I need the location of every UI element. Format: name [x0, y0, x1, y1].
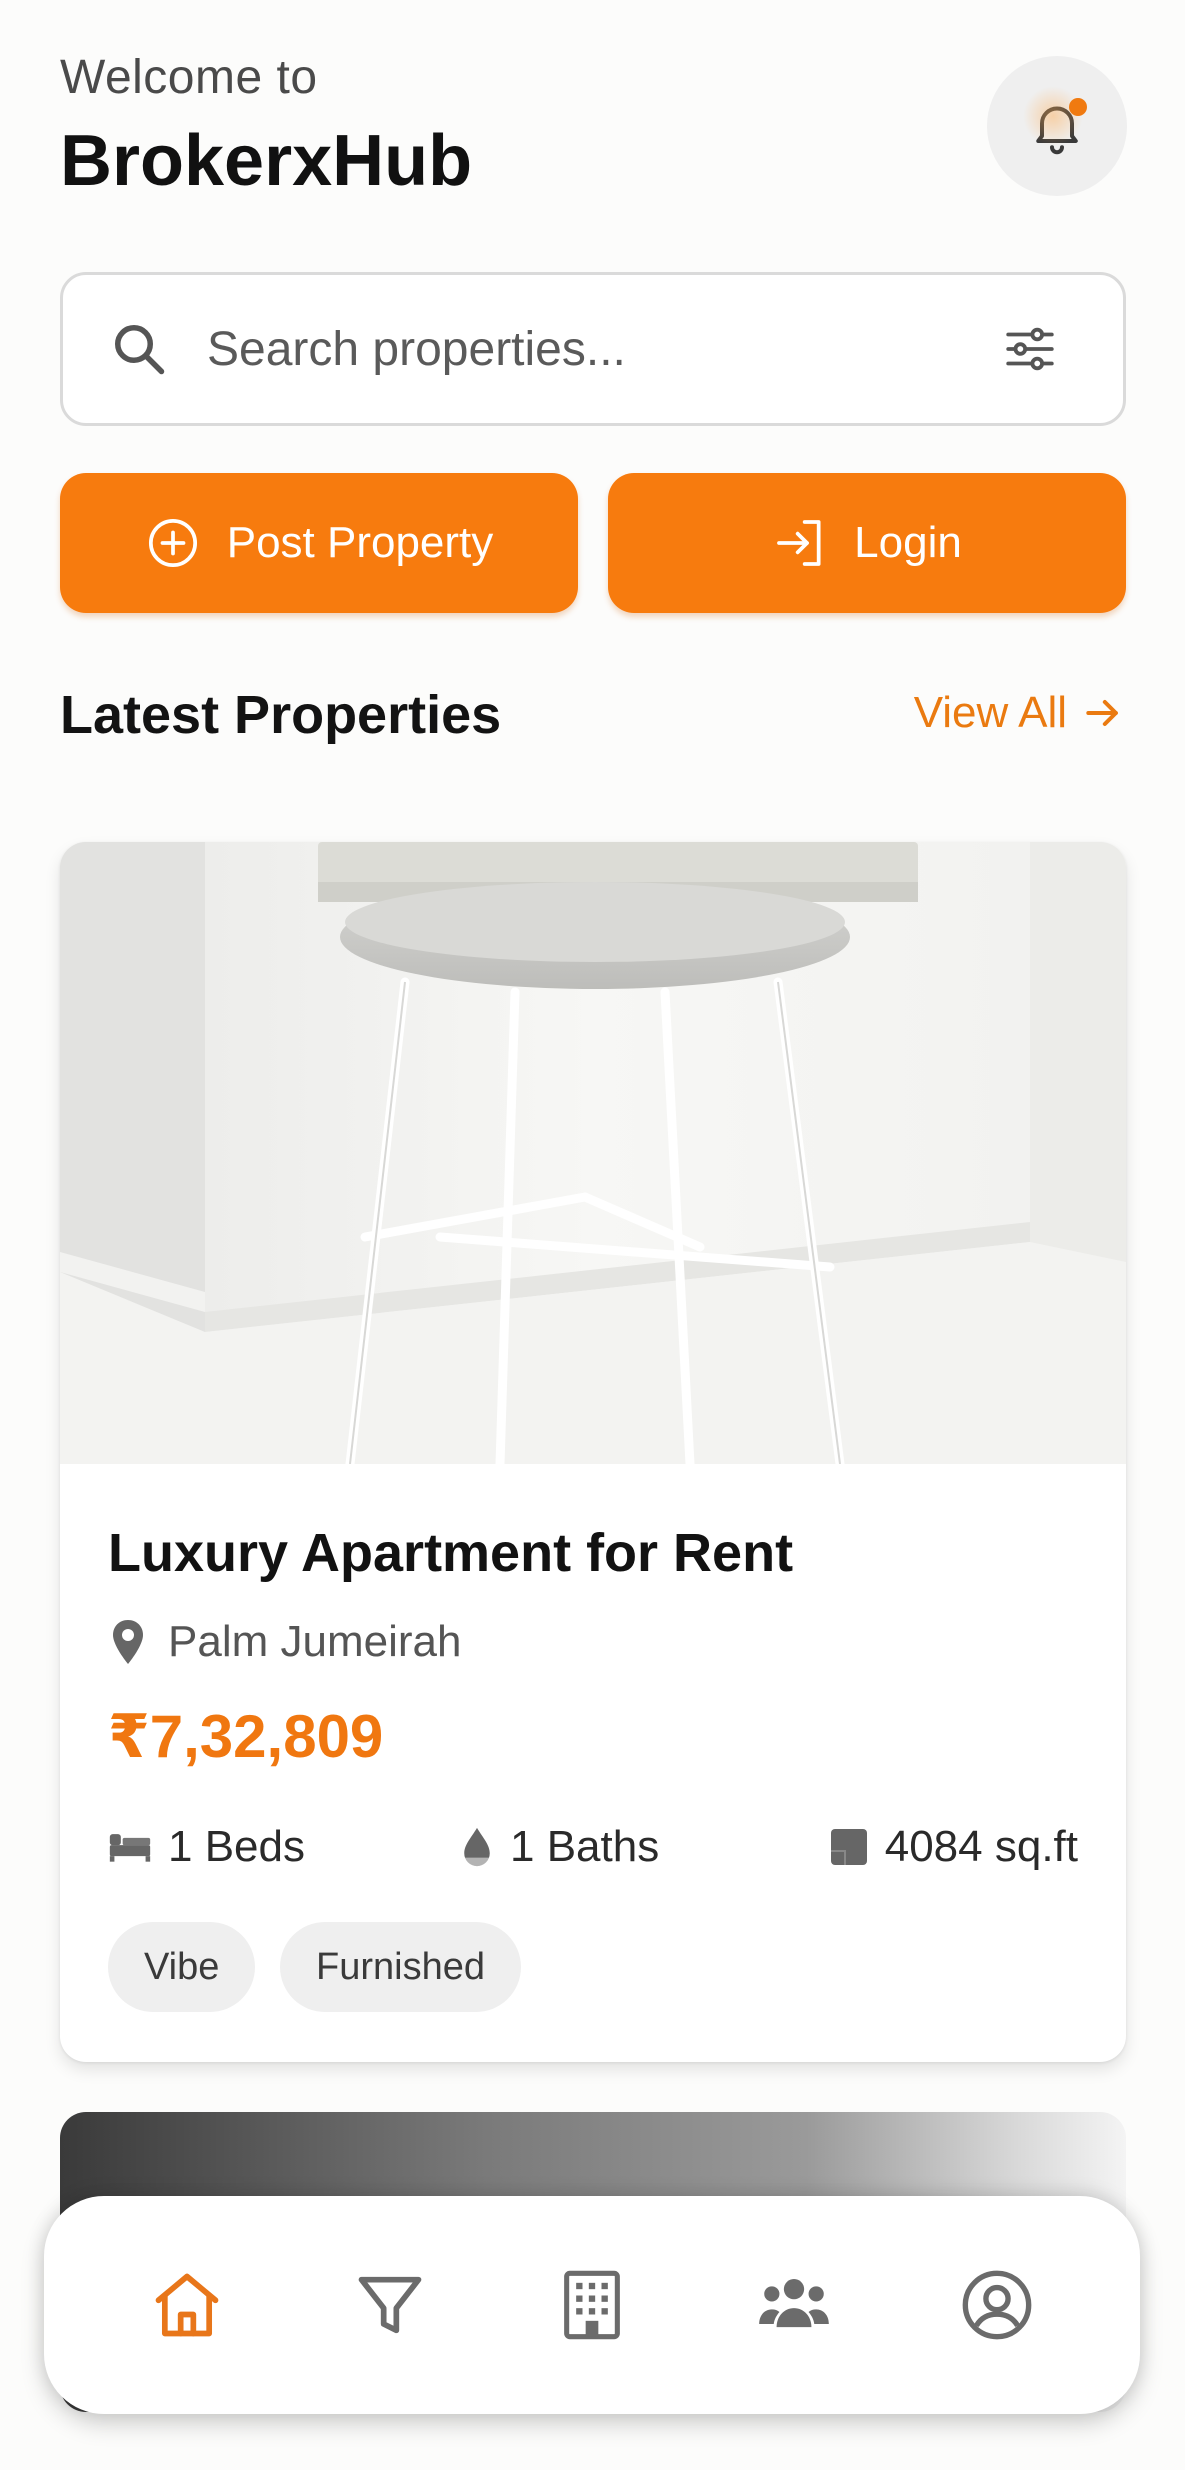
view-all-link[interactable]: View All	[914, 688, 1125, 738]
home-icon	[155, 2273, 219, 2337]
home-screen: Welcome to BrokerxHub Post Pro	[0, 0, 1185, 2470]
post-property-label: Post Property	[226, 518, 494, 567]
sliders-icon[interactable]	[1001, 320, 1059, 378]
section-title: Latest Properties	[60, 685, 502, 745]
tag-chip: Vibe	[108, 1922, 256, 2012]
map-pin-icon	[113, 1620, 143, 1664]
property-title: Luxury Apartment for Rent	[108, 1523, 794, 1583]
login-button[interactable]: Login	[608, 473, 1126, 613]
beds-info: 1 Beds	[108, 1822, 305, 1872]
bottom-navigation	[44, 2196, 1140, 2414]
property-price: ₹7,32,809	[108, 1703, 384, 1770]
filter-icon	[358, 2276, 421, 2334]
building-icon	[564, 2270, 620, 2340]
beds-label: 1 Beds	[168, 1822, 305, 1871]
area-info: 4084 sq.ft	[829, 1822, 1078, 1872]
bed-icon	[109, 1834, 151, 1862]
search-icon	[115, 325, 165, 375]
baths-label: 1 Baths	[510, 1822, 660, 1871]
tag-chip: Furnished	[280, 1922, 521, 2012]
area-label: 4084 sq.ft	[884, 1822, 1078, 1871]
property-location: Palm Jumeirah	[108, 1617, 461, 1667]
nav-home[interactable]	[132, 2250, 242, 2360]
welcome-text: Welcome to	[60, 51, 318, 104]
property-photo	[60, 842, 1126, 1464]
user-circle-icon	[962, 2270, 1032, 2340]
location-label: Palm Jumeirah	[168, 1617, 462, 1666]
water-drop-icon	[462, 1827, 492, 1867]
unread-indicator	[1069, 98, 1087, 116]
users-icon	[759, 2279, 830, 2328]
view-all-label: View All	[913, 688, 1067, 737]
nav-profile[interactable]	[942, 2250, 1052, 2360]
post-property-button[interactable]: Post Property	[60, 473, 578, 613]
search-input[interactable]	[207, 321, 1001, 377]
app-brand-title: BrokerxHub	[60, 121, 473, 201]
notification-glow	[1023, 86, 1083, 146]
arrow-right-icon	[1086, 699, 1118, 727]
property-card[interactable]: Luxury Apartment for Rent Palm Jumeirah …	[60, 842, 1126, 2062]
notification-button[interactable]	[987, 56, 1127, 196]
login-icon	[777, 520, 821, 566]
login-label: Login	[854, 518, 962, 567]
plus-circle-icon	[148, 518, 197, 568]
nav-properties[interactable]	[537, 2250, 647, 2360]
area-icon	[830, 1829, 867, 1865]
search-bar[interactable]	[60, 272, 1126, 426]
baths-info: 1 Baths	[460, 1822, 659, 1872]
nav-community[interactable]	[739, 2250, 849, 2360]
nav-filter[interactable]	[335, 2250, 445, 2360]
